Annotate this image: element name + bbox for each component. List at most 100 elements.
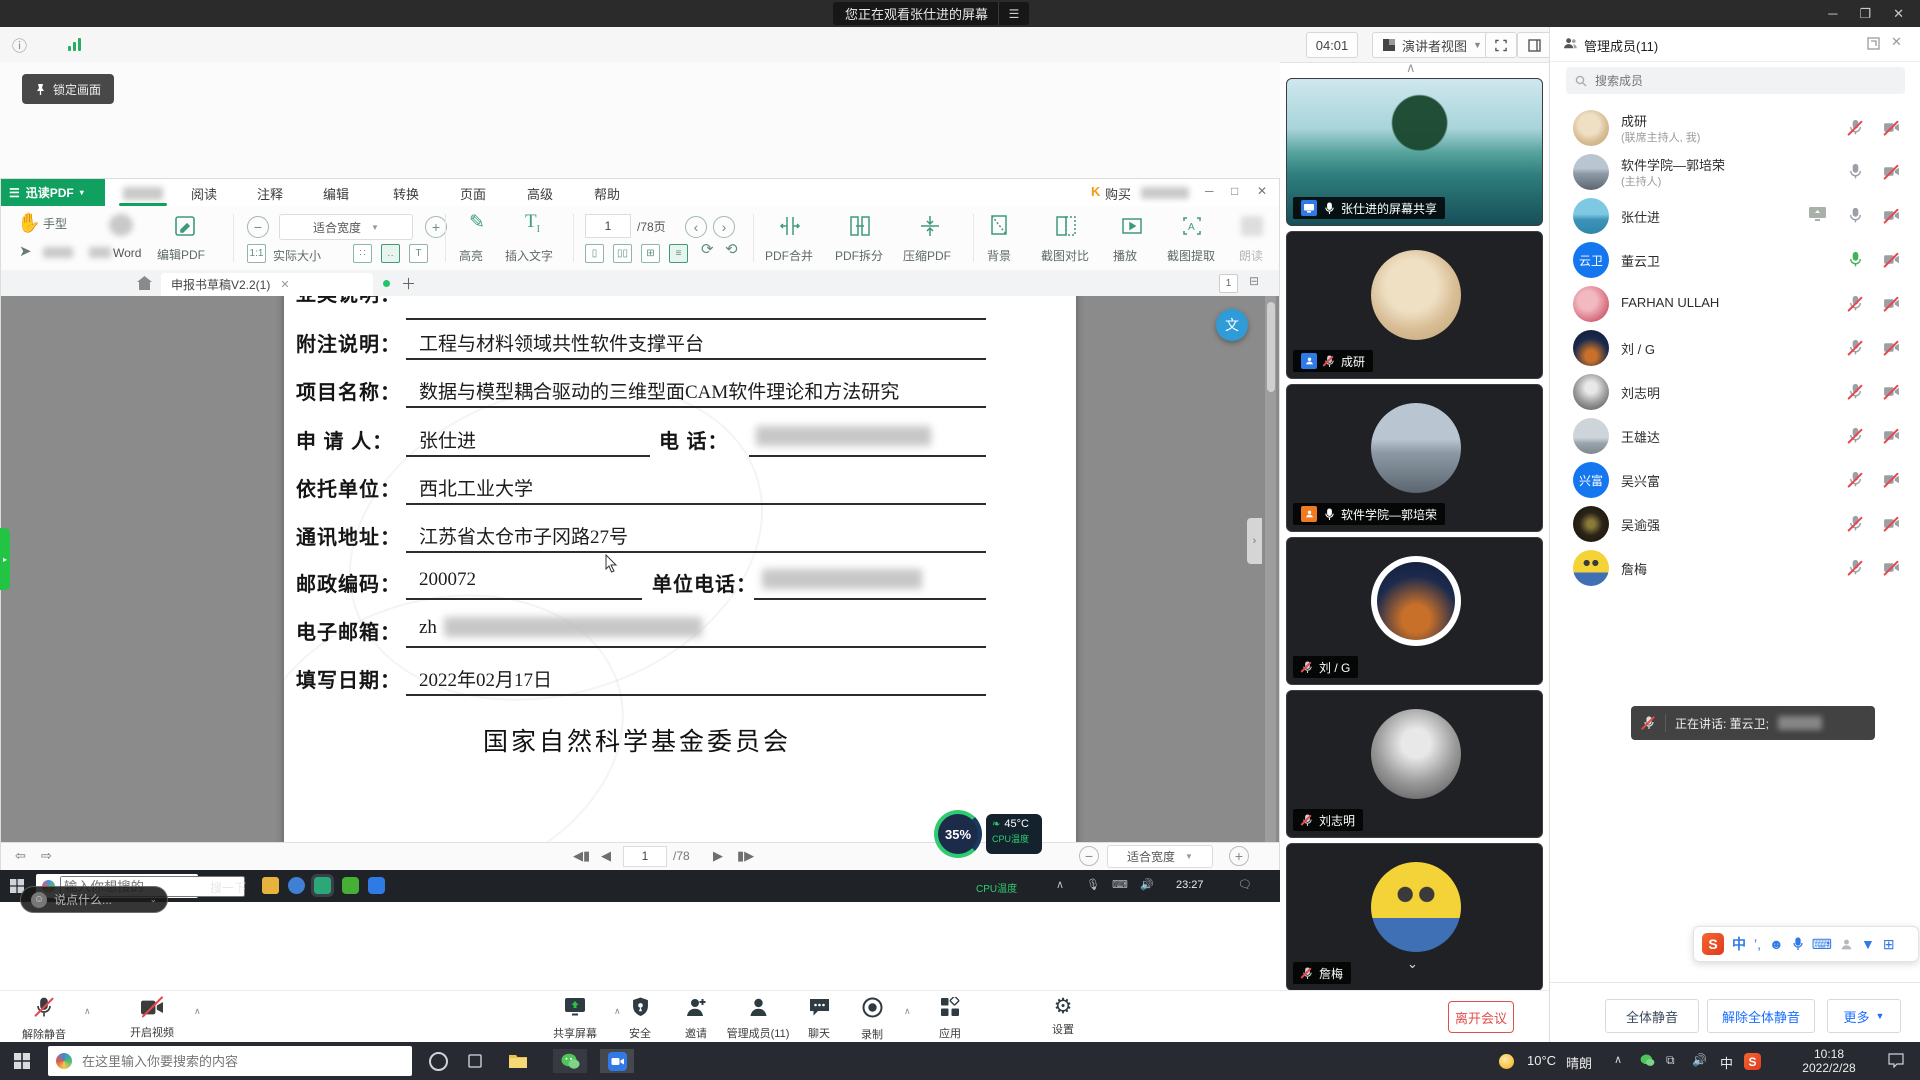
banner-menu-icon[interactable]: ☰ (998, 2, 1029, 25)
taskbar-search-input[interactable] (80, 1053, 384, 1070)
record-options-caret[interactable]: ∧ (904, 1006, 911, 1017)
meeting-taskbar-icon[interactable] (600, 1049, 634, 1073)
page-fit-icon[interactable]: ∷ (353, 244, 372, 263)
video-tile[interactable]: 软件学院—郭培荣 (1286, 384, 1543, 532)
doc-tab[interactable]: 申报书草稿V2.2(1) ✕ (161, 273, 373, 296)
ime-toolbox-icon[interactable]: ⊞ (1883, 936, 1895, 953)
text-mode-icon[interactable]: T (409, 244, 428, 263)
next-page-icon[interactable]: › (713, 216, 735, 238)
panel-close-icon[interactable]: ✕ (1891, 34, 1902, 50)
info-icon[interactable]: ⓘ (12, 35, 27, 56)
member-row[interactable]: 成研 (联席主持人, 我) (1550, 106, 1920, 150)
extract-label[interactable]: 截图提取 (1167, 247, 1215, 264)
presenter-clock[interactable]: 23:27 (1176, 879, 1204, 891)
insert-text-icon[interactable]: TI (525, 211, 540, 235)
minimize-icon[interactable]: ─ (1828, 6, 1837, 21)
background-label[interactable]: 背景 (987, 247, 1011, 264)
cortana-icon[interactable] (426, 1049, 450, 1073)
pdf-menu-page[interactable]: 页面 (460, 184, 486, 203)
continuous-icon[interactable]: ≡ (669, 244, 688, 263)
tray-expand-icon[interactable]: ∧ (1614, 1053, 1622, 1066)
tray-expand-icon[interactable]: ∧ (1056, 878, 1064, 891)
page-width-icon[interactable]: ‥ (381, 244, 400, 263)
ime-punct-icon[interactable]: ’, (1754, 936, 1761, 952)
video-options-caret[interactable]: ∧ (194, 1006, 201, 1017)
ime-toolbar[interactable]: S 中 ’, ☻ ⌨ ▼ ⊞ (1693, 926, 1919, 962)
pdf-split-label[interactable]: PDF拆分 (835, 247, 883, 264)
pdf-maximize-icon[interactable]: □ (1231, 184, 1238, 198)
pdf-app-logo[interactable]: ☰ 迅读PDF ▾ (1, 179, 105, 206)
rotate-ccw-icon[interactable]: ⟲ (725, 240, 738, 258)
doc-scrollbar-thumb[interactable] (1267, 302, 1275, 392)
prev-page-icon[interactable]: ‹ (685, 216, 707, 238)
video-tile-screenshare[interactable]: 张仕进的屏幕共享 (1286, 78, 1543, 226)
side-panel-toggle[interactable] (1517, 32, 1551, 58)
member-row[interactable]: 软件学院—郭培荣 (主持人) (1550, 150, 1920, 194)
panel-collapse-icon[interactable]: ⊟ (1249, 274, 1259, 288)
action-center-icon[interactable] (1888, 1053, 1904, 1073)
member-row[interactable]: 张仕进 (1550, 194, 1920, 238)
member-search-input[interactable] (1593, 73, 1877, 89)
ime-account-icon[interactable] (1840, 938, 1853, 951)
start-button-icon[interactable] (14, 1053, 30, 1069)
popout-icon[interactable] (1867, 37, 1880, 50)
apps-button[interactable]: 应用 (922, 996, 978, 1041)
video-tile[interactable]: 刘 / G (1286, 537, 1543, 685)
presenter-search-button[interactable]: 搜一下 (210, 879, 246, 896)
ime-voice-icon[interactable] (1792, 937, 1804, 951)
tray-keyboard-icon[interactable]: ⌨ (1112, 878, 1128, 891)
manage-members-button[interactable]: 管理成员(11) (718, 996, 798, 1041)
folder-icon[interactable] (262, 877, 279, 894)
start-video-button[interactable]: 开启视频 (116, 996, 188, 1040)
ime-emoji-icon[interactable]: ☻ (1769, 936, 1784, 952)
member-row[interactable]: FARHAN ULLAH (1550, 282, 1920, 326)
pdf-split-icon[interactable] (847, 213, 873, 239)
pdf-menu-advanced[interactable]: 高级 (527, 184, 553, 203)
member-search-box[interactable] (1566, 67, 1905, 94)
ime-skin-icon[interactable]: ▼ (1861, 936, 1875, 952)
edit-pdf-label[interactable]: 编辑PDF (157, 246, 205, 263)
view-mode-dropdown[interactable]: 演讲者视图 ▼ (1372, 32, 1492, 58)
last-page-icon[interactable]: ▮▶ (737, 848, 754, 864)
network-signal-icon[interactable] (68, 37, 81, 51)
leave-meeting-button[interactable]: 离开会议 (1448, 1001, 1514, 1033)
taskbar-search-box[interactable] (48, 1046, 412, 1076)
pdf-close-icon[interactable]: ✕ (1257, 184, 1267, 198)
pdf-merge-icon[interactable] (777, 213, 803, 239)
tab-close-icon[interactable]: ✕ (280, 278, 289, 291)
pdf-menu-annotate[interactable]: 注释 (257, 184, 283, 203)
tray-mic-icon[interactable]: 🎙 (1086, 878, 1100, 891)
tray-wechat-icon[interactable] (1640, 1054, 1655, 1072)
pdf-menu-active-blurred[interactable] (123, 187, 163, 200)
float-translate-button[interactable]: 文 (1216, 309, 1248, 341)
prev-page-icon[interactable]: ◀ (601, 848, 611, 864)
insert-text-label[interactable]: 插入文字 (505, 247, 553, 264)
share-screen-button[interactable]: 共享屏幕 (540, 996, 610, 1041)
pdf-menu-convert[interactable]: 转换 (393, 184, 419, 203)
extract-icon[interactable]: A (1179, 213, 1205, 239)
zoom-fit-dropdown[interactable]: 适合宽度▼ (279, 214, 413, 240)
pdf-minimize-icon[interactable]: ─ (1205, 184, 1214, 198)
chat-button[interactable]: 聊天 (794, 996, 844, 1041)
scroll-up-icon[interactable]: ∧ (1406, 60, 1416, 76)
status-zoom-out-icon[interactable]: − (1079, 846, 1099, 866)
assistant-edge-handle[interactable]: ▸ (0, 528, 10, 590)
pdf-menu-edit[interactable]: 编辑 (323, 184, 349, 203)
wechat-taskbar-icon[interactable] (553, 1049, 587, 1073)
select-tool-icon[interactable]: ➤ (19, 242, 32, 260)
background-icon[interactable] (987, 213, 1013, 239)
edit-pdf-icon[interactable] (173, 214, 197, 238)
member-row[interactable]: 云卫 董云卫 (1550, 238, 1920, 282)
unmute-button[interactable]: 解除静音 (8, 996, 80, 1042)
compare-label[interactable]: 截图对比 (1041, 247, 1089, 264)
single-page-icon[interactable]: ▯ (585, 244, 604, 263)
hand-tool-icon[interactable]: ✋ (17, 211, 41, 235)
close-icon[interactable]: ✕ (1893, 6, 1904, 22)
wechat-icon[interactable] (342, 877, 359, 894)
play-icon[interactable] (1119, 213, 1145, 239)
page-number-input[interactable]: 1 (585, 214, 631, 238)
member-row[interactable]: 王雄达 (1550, 414, 1920, 458)
maximize-icon[interactable]: ❐ (1859, 6, 1871, 22)
sogou-logo-icon[interactable]: S (1702, 933, 1724, 955)
new-tab-icon[interactable]: ＋ (401, 273, 416, 294)
